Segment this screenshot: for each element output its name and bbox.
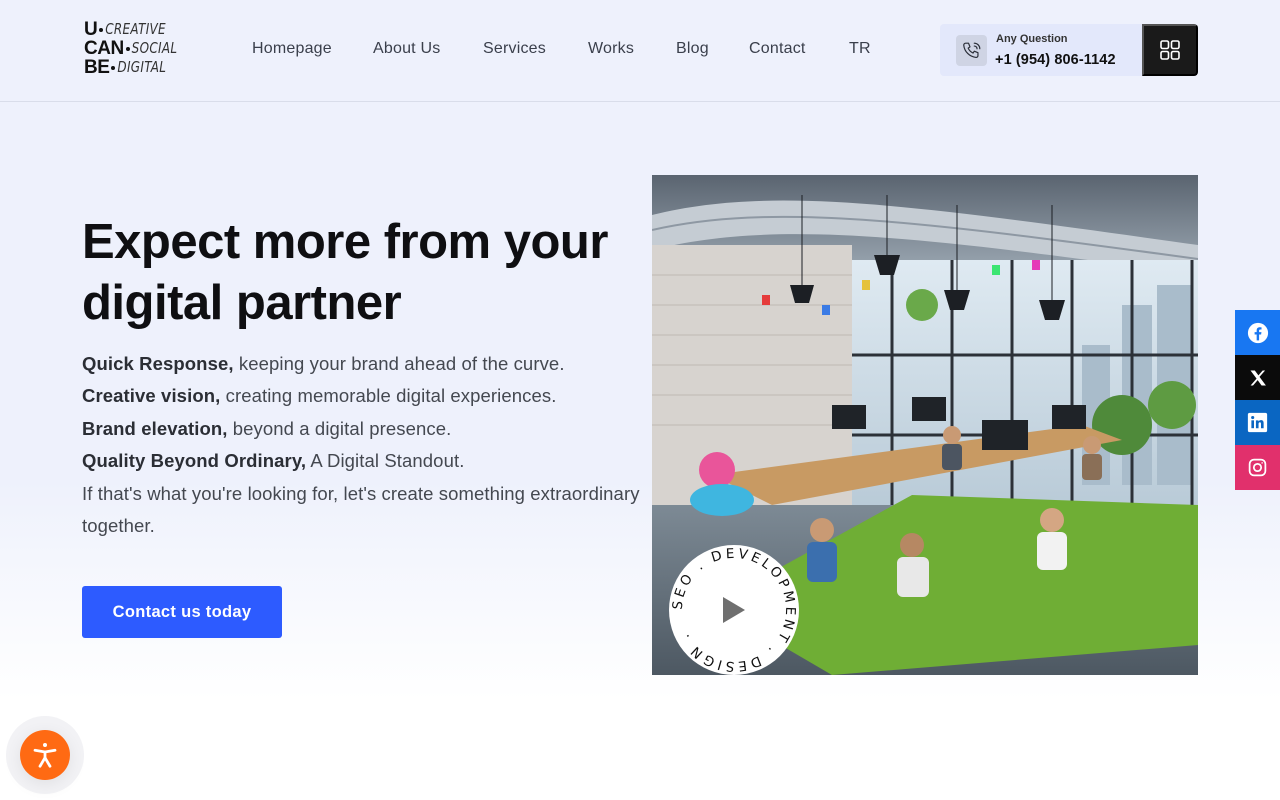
hero-description: Quick Response, keeping your brand ahead… (82, 348, 642, 542)
video-play-badge[interactable]: SEO . DEVELOPMENT . DESIGN . (668, 544, 800, 676)
logo-dot (111, 65, 116, 70)
hero-line-quick-response: Quick Response, keeping your brand ahead… (82, 353, 565, 374)
header-phone-contact[interactable]: Any Question +1 (954) 806-1142 (940, 24, 1144, 76)
facebook-icon (1247, 322, 1268, 343)
nav-item-contact[interactable]: Contact (749, 39, 849, 59)
logo-dot (99, 27, 104, 32)
logo-row-3: BE DIGITAL (84, 58, 166, 77)
facebook-link[interactable] (1235, 310, 1280, 355)
logo-word-u: U (84, 19, 98, 40)
accessibility-button[interactable] (20, 730, 70, 780)
x-icon (1250, 370, 1266, 385)
nav-item-homepage[interactable]: Homepage (252, 39, 373, 59)
grid-menu-icon (1160, 40, 1180, 60)
accessibility-icon (33, 743, 57, 768)
logo-word-digital: DIGITAL (117, 58, 167, 76)
x-link[interactable] (1235, 355, 1280, 400)
brand-logo[interactable]: U CREATIVE CAN SOCIAL BE DIGITAL (84, 20, 184, 80)
hero-line-quality: Quality Beyond Ordinary, A Digital Stand… (82, 450, 465, 472)
grid-menu-button[interactable] (1142, 24, 1198, 76)
logo-word-be: BE (84, 57, 110, 78)
instagram-icon (1248, 458, 1267, 477)
linkedin-icon (1247, 412, 1268, 433)
nav-item-blog[interactable]: Blog (676, 39, 749, 59)
site-header: U CREATIVE CAN SOCIAL BE DIGITAL Homepag… (0, 0, 1280, 102)
nav-item-about-us[interactable]: About Us (373, 39, 483, 59)
hero-title: Expect more from your digital partner (82, 215, 608, 330)
nav-item-works[interactable]: Works (588, 39, 676, 59)
main-nav: Homepage About Us Services Works Blog Co… (252, 39, 879, 59)
header-contact-caption: Any Question (996, 33, 1068, 45)
linkedin-link[interactable] (1235, 400, 1280, 445)
instagram-link[interactable] (1235, 445, 1280, 490)
logo-dot (125, 46, 130, 51)
nav-item-services[interactable]: Services (483, 39, 588, 59)
hero-line-creative-vision: Creative vision, creating memorable digi… (82, 385, 557, 407)
hero-line-brand-elevation: Brand elevation, beyond a digital presen… (82, 417, 452, 439)
phone-icon (956, 35, 987, 66)
header-phone-number: +1 (954) 806-1142 (995, 52, 1116, 68)
nav-item-language-tr[interactable]: TR (849, 39, 879, 59)
social-links (1235, 310, 1280, 490)
hero-closing-text: If that's what you're looking for, let's… (82, 482, 640, 537)
contact-us-button[interactable]: Contact us today (82, 586, 282, 638)
